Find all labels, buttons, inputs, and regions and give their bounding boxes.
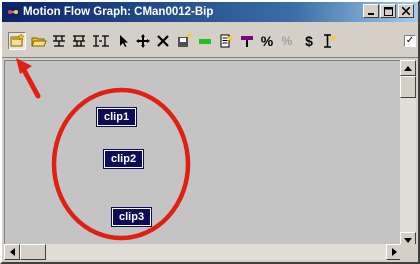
create-clip-button[interactable] [8,32,26,50]
green-bar-button[interactable] [196,32,214,50]
purple-flag-icon [241,36,253,47]
green-bar-icon [199,39,211,44]
move-button[interactable] [134,32,152,50]
open-folder-icon [31,37,47,47]
random-percent-icon: % [281,34,293,48]
percent-icon: % [260,33,274,49]
minimize-icon [368,13,374,15]
clip-node-2[interactable]: clip2 [102,149,145,169]
show-transitions-button[interactable] [50,32,68,50]
create-multiple-clips-button[interactable] [92,32,110,50]
random-percent-button[interactable]: % [278,32,296,50]
maximize-icon [383,6,393,16]
toolbar-checkbox[interactable]: ✓ [404,35,416,47]
motion-flow-app-icon[interactable] [6,6,20,18]
scroll-up-arrow-icon [404,65,412,71]
move-crosshair-icon [136,34,150,48]
close-icon [402,7,410,15]
dollar-icon: $ [305,33,313,49]
vertical-scroll-thumb[interactable] [400,76,416,98]
scroll-up-button[interactable] [400,60,416,76]
close-button[interactable] [398,4,414,18]
percent-button[interactable]: % [258,32,276,50]
create-multiple-clips-icon [93,35,109,47]
motion-flow-graph-window: Motion Flow Graph: CMan0012-Bip % % $ ✓ … [0,0,420,264]
delete-x-icon [157,35,169,47]
save-clip-icon [178,34,191,47]
dollar-button[interactable]: $ [300,32,318,50]
scroll-left-button[interactable] [4,244,20,260]
select-button[interactable] [114,32,132,50]
optimize-transitions-icon [73,35,85,47]
horizontal-scroll-thumb[interactable] [20,244,46,260]
scroll-left-arrow-icon [9,248,15,256]
window-title: Motion Flow Graph: CMan0012-Bip [23,6,214,18]
horizontal-scrollbar[interactable] [4,244,402,260]
create-clip-icon [10,33,25,47]
vertical-scrollbar[interactable] [400,60,416,248]
select-arrow-icon [120,35,128,47]
open-button[interactable] [30,32,48,50]
motion-flow-canvas[interactable]: clip1 clip2 clip3 [4,60,402,248]
scroll-down-arrow-icon [404,237,412,243]
clip-node-3[interactable]: clip3 [110,207,153,227]
show-transitions-icon [53,35,65,47]
clip-node-1[interactable]: clip1 [95,107,138,127]
script-properties-icon [324,34,336,48]
minimize-button[interactable] [363,4,379,18]
optimize-transitions-button[interactable] [70,32,88,50]
save-clip-button[interactable] [175,32,193,50]
title-bar[interactable]: Motion Flow Graph: CMan0012-Bip [2,2,418,22]
maximize-button[interactable] [380,4,396,18]
caption-buttons [362,4,414,18]
delete-button[interactable] [154,32,172,50]
script-properties-button[interactable] [320,32,338,50]
script-document-icon [220,34,233,48]
scrollbar-corner [400,244,416,260]
scroll-right-arrow-icon [391,248,397,256]
toolbar: % % $ ✓ [2,24,418,58]
purple-flag-button[interactable] [238,32,256,50]
script-document-button[interactable] [217,32,235,50]
